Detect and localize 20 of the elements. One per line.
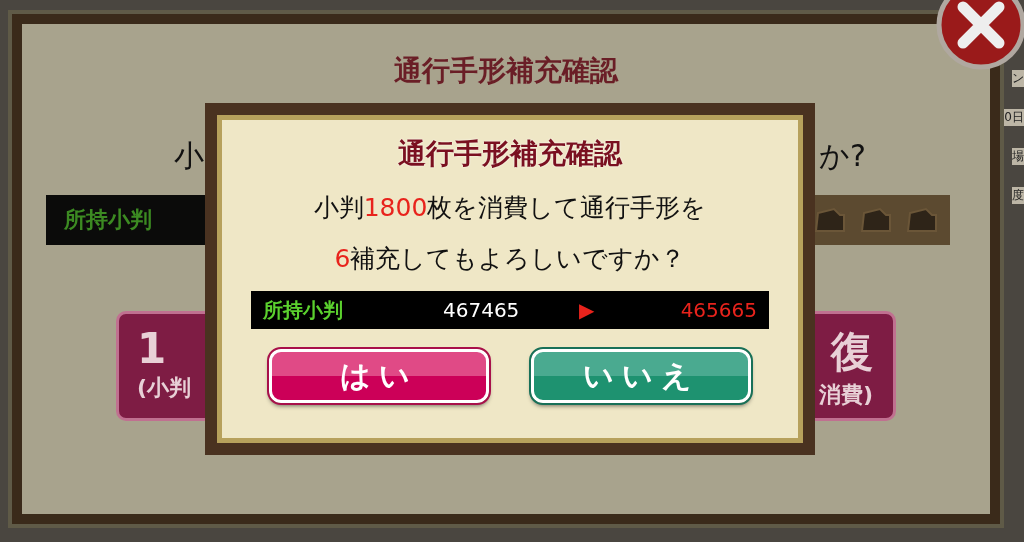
current-balance: 467465: [443, 298, 521, 322]
yes-button[interactable]: はい: [269, 349, 489, 403]
dialog-title: 通行手形補充確認: [398, 136, 622, 172]
count-text: 6: [334, 244, 351, 273]
message-text: 小: [174, 137, 204, 175]
message-text: 枚を消費して通行手形を: [427, 193, 707, 222]
side-text: 度: [1012, 187, 1024, 204]
side-text: 場: [1012, 148, 1024, 165]
balance-label: 所持小判: [263, 296, 344, 324]
side-text: 0日: [1004, 109, 1024, 126]
balance-after: 465665: [680, 298, 757, 322]
arrow-text: ▶: [579, 298, 595, 322]
message-text: か?: [819, 137, 866, 175]
panel-title: 通行手形補充確認: [394, 53, 618, 89]
count-text: 1800: [363, 193, 428, 222]
message-text: 小判: [313, 193, 364, 222]
close-icon[interactable]: [936, 0, 1024, 70]
no-button[interactable]: いいえ: [531, 349, 751, 403]
message-text: 補充してもよろしいですか？: [350, 244, 686, 273]
side-text: ン: [1012, 70, 1024, 87]
